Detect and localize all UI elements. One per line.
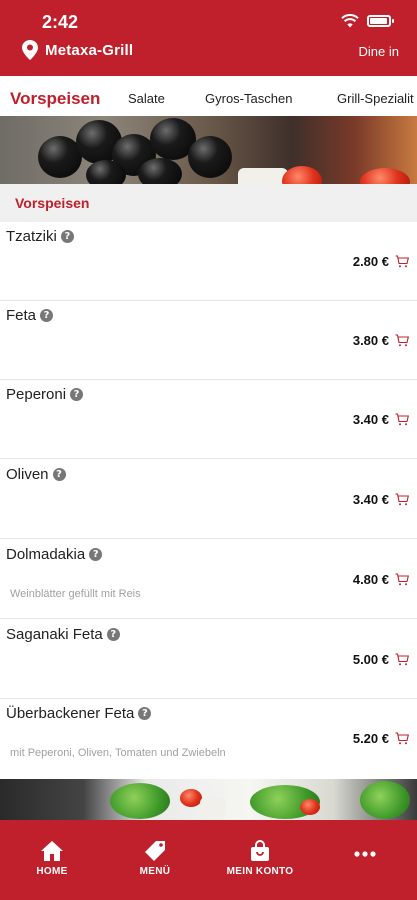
menu-item-title: Peperoni ?: [6, 386, 84, 403]
nav-more[interactable]: [315, 850, 415, 858]
menu-item-price: 2.80 €: [352, 254, 389, 269]
menu-item-title: Saganaki Feta ?: [6, 626, 120, 643]
menu-item[interactable]: Überbackener Feta ? mit Peperoni, Oliven…: [0, 699, 417, 778]
menu-item[interactable]: Saganaki Feta ? 5.00 €: [0, 620, 417, 699]
menu-item-price: 3.40 €: [352, 492, 389, 507]
nav-home[interactable]: HOME: [2, 840, 102, 877]
menu-item-name: Feta: [6, 307, 37, 324]
more-dots-icon: [354, 851, 376, 857]
info-icon[interactable]: ?: [89, 548, 103, 561]
menu-item-price: 5.00 €: [352, 652, 389, 667]
status-time: 2:42: [42, 12, 79, 32]
menu-item[interactable]: Feta ? 3.80 €: [0, 301, 417, 380]
menu-item-description: Weinblätter gefüllt mit Reis: [10, 588, 141, 600]
menu-item-title: Oliven ?: [6, 466, 66, 483]
menu-item-title: Tzatziki ?: [6, 228, 74, 245]
nav-account-label: MEIN KONTO: [226, 866, 294, 877]
dine-in-toggle[interactable]: Dine in: [359, 44, 399, 59]
menu-item-name: Oliven: [6, 466, 49, 483]
app-header: 2:42 Metaxa-Grill Dine in: [0, 0, 417, 76]
cart-icon: [395, 255, 409, 268]
info-icon[interactable]: ?: [60, 230, 74, 243]
info-icon[interactable]: ?: [138, 707, 152, 720]
menu-item-title: Überbackener Feta ?: [6, 705, 152, 722]
nav-menu-label: MENÜ: [139, 866, 171, 877]
wifi-icon: [341, 14, 359, 28]
menu-item-name: Saganaki Feta: [6, 626, 103, 643]
menu-item-name: Überbackener Feta: [6, 705, 135, 722]
nav-menu[interactable]: MENÜ: [105, 840, 205, 877]
section-title: Vorspeisen: [0, 184, 417, 222]
info-icon[interactable]: ?: [52, 468, 66, 481]
add-to-cart[interactable]: 2.80 €: [353, 254, 409, 269]
info-icon[interactable]: ?: [70, 388, 84, 401]
cart-icon: [395, 732, 409, 745]
cart-icon: [395, 334, 409, 347]
add-to-cart[interactable]: 3.40 €: [353, 492, 409, 507]
menu-item[interactable]: Dolmadakia ? Weinblätter gefüllt mit Rei…: [0, 540, 417, 619]
home-icon: [41, 841, 63, 861]
battery-icon: [367, 15, 394, 27]
menu-item-description: mit Peperoni, Oliven, Tomaten und Zwiebe…: [10, 747, 226, 759]
cart-icon: [395, 413, 409, 426]
status-icons: [341, 14, 394, 28]
cart-icon: [395, 653, 409, 666]
cart-icon: [395, 493, 409, 506]
info-icon[interactable]: ?: [106, 628, 120, 641]
menu-item-name: Tzatziki: [6, 228, 57, 245]
location-pin-icon: [22, 40, 38, 60]
nav-home-label: HOME: [36, 866, 68, 877]
add-to-cart[interactable]: 3.80 €: [353, 333, 409, 348]
menu-item-price: 3.40 €: [352, 412, 389, 427]
tab-grill-spezialitaeten[interactable]: Grill-Spezialit: [337, 82, 414, 116]
tag-icon: [145, 841, 165, 861]
menu-item-title: Dolmadakia ?: [6, 546, 103, 563]
next-category-banner-image: [0, 779, 417, 820]
restaurant-selector[interactable]: Metaxa-Grill: [22, 40, 133, 60]
add-to-cart[interactable]: 4.80 €: [353, 572, 409, 587]
menu-item-name: Dolmadakia: [6, 546, 86, 563]
category-tabs: Vorspeisen Salate Gyros-Taschen Grill-Sp…: [0, 82, 417, 116]
category-banner-image: [0, 116, 417, 184]
bottom-navigation: HOME MENÜ MEIN KONTO: [0, 820, 417, 900]
menu-item-price: 3.80 €: [352, 333, 389, 348]
tab-vorspeisen[interactable]: Vorspeisen: [10, 82, 100, 116]
restaurant-name: Metaxa-Grill: [45, 41, 134, 59]
tab-salate[interactable]: Salate: [128, 82, 165, 116]
tab-gyros-taschen[interactable]: Gyros-Taschen: [205, 82, 292, 116]
menu-item-price: 5.20 €: [352, 731, 389, 746]
menu-item-price: 4.80 €: [352, 572, 389, 587]
menu-item[interactable]: Peperoni ? 3.40 €: [0, 380, 417, 459]
add-to-cart[interactable]: 3.40 €: [353, 412, 409, 427]
menu-item-title: Feta ?: [6, 307, 54, 324]
nav-account[interactable]: MEIN KONTO: [210, 840, 310, 877]
menu-item[interactable]: Tzatziki ? 2.80 €: [0, 222, 417, 301]
cart-icon: [395, 573, 409, 586]
menu-item-name: Peperoni: [6, 386, 67, 403]
add-to-cart[interactable]: 5.20 €: [353, 731, 409, 746]
add-to-cart[interactable]: 5.00 €: [353, 652, 409, 667]
menu-item[interactable]: Oliven ? 3.40 €: [0, 460, 417, 539]
shopping-bag-icon: [251, 840, 269, 861]
info-icon[interactable]: ?: [40, 309, 54, 322]
